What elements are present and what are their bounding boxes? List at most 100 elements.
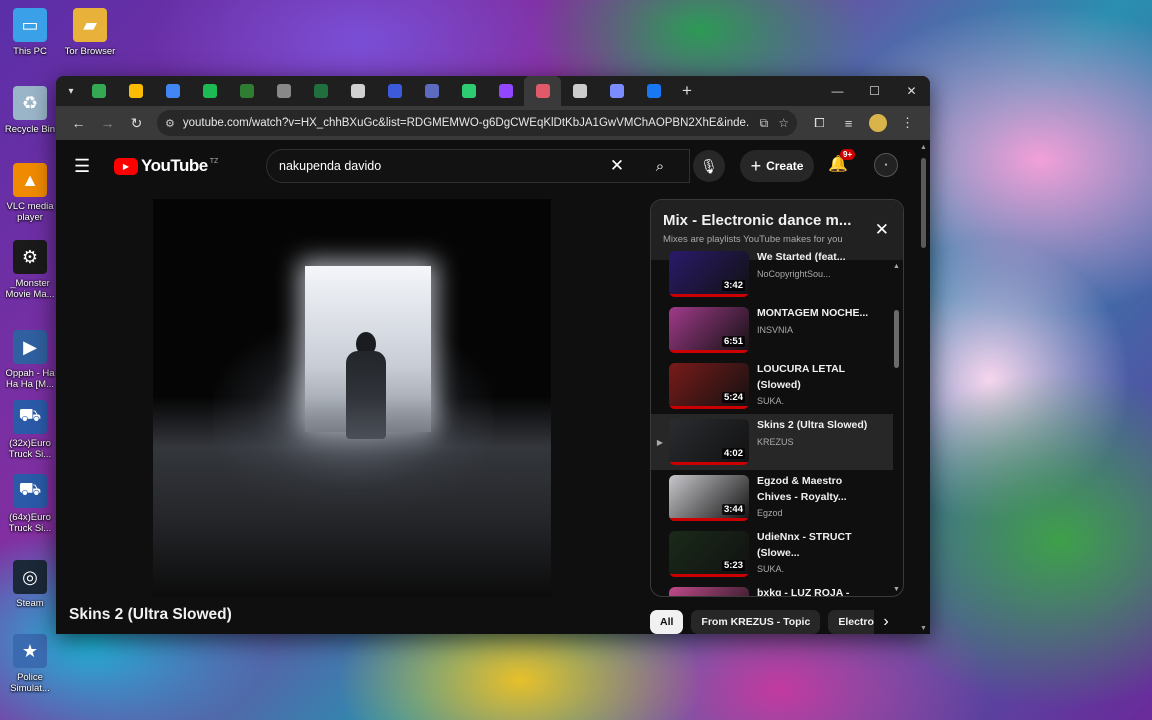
- reload-icon[interactable]: ↻: [122, 115, 151, 132]
- desktop-icon-label: Recycle Bin: [4, 124, 56, 135]
- browser-tab[interactable]: [265, 76, 302, 106]
- desktop-icon[interactable]: ◎ Steam: [0, 560, 60, 609]
- browser-tab[interactable]: [191, 76, 228, 106]
- desktop-icon-label: Police Simulat...: [10, 672, 50, 694]
- page-scroll-thumb[interactable]: [921, 158, 926, 248]
- scroll-down-icon[interactable]: ▼: [893, 586, 900, 593]
- maximize-icon[interactable]: ☐: [856, 84, 893, 98]
- browser-tab[interactable]: [450, 76, 487, 106]
- window-controls: — ☐ ✕: [819, 84, 930, 98]
- browser-tab[interactable]: [413, 76, 450, 106]
- playlist-item[interactable]: ▶ 4:02 Skins 2 (Ultra Slowed) KREZUS: [651, 414, 893, 470]
- playlist-item-title: Skins 2 (Ultra Slowed): [757, 419, 868, 431]
- page-scrollbar[interactable]: ▲ ▼: [920, 144, 928, 634]
- desktop-icon[interactable]: ⛟ (32x)Euro Truck Si...: [0, 400, 60, 460]
- desktop-icon[interactable]: ▶ Oppah - Ha Ha Ha [M...: [0, 330, 60, 390]
- browser-tab[interactable]: [339, 76, 376, 106]
- scroll-up-icon[interactable]: ▲: [893, 263, 900, 270]
- bookmark-star-icon[interactable]: ☆: [778, 116, 789, 130]
- channel-avatar[interactable]: ●: [874, 153, 898, 177]
- playlist-item[interactable]: 5:23 UdieNnx - STRUCT (Slowe... SUKA.: [651, 526, 893, 582]
- playlist-index: [651, 246, 669, 302]
- desktop-icon[interactable]: ★ Police Simulat...: [0, 634, 60, 694]
- desktop-icon[interactable]: ♻ Recycle Bin: [0, 86, 60, 135]
- desktop-icon[interactable]: ⛟ (64x)Euro Truck Si...: [0, 474, 60, 534]
- playlist-scrollbar[interactable]: ▲ ▼: [893, 260, 901, 596]
- playlist-item[interactable]: bxkq - LUZ ROJA - Slowed (Official: [651, 582, 893, 597]
- video-duration: 6:51: [721, 336, 745, 347]
- now-playing-icon: ▶: [656, 437, 664, 447]
- watched-progress-bar: [669, 406, 749, 409]
- playlist-item[interactable]: 3:44 Egzod & Maestro Chives - Royalty... E…: [651, 470, 893, 526]
- install-app-icon[interactable]: ⧉: [760, 116, 769, 131]
- browser-tab[interactable]: [524, 76, 561, 106]
- extensions-icon[interactable]: ⧠: [805, 115, 834, 131]
- playlist-item[interactable]: 5:24 LOUCURA LETAL (Slowed) SUKA.: [651, 358, 893, 414]
- playlist-panel: Mix - Electronic dance m... Mixes are pl…: [650, 199, 904, 597]
- browser-tab[interactable]: [487, 76, 524, 106]
- close-window-icon[interactable]: ✕: [893, 84, 930, 98]
- forward-icon[interactable]: →: [93, 115, 122, 131]
- browser-tab[interactable]: [154, 76, 191, 106]
- folder-icon: ▰: [73, 8, 107, 42]
- playlist-item-title: bxkq - LUZ ROJA - Slowed (Official: [757, 587, 850, 597]
- playlist-item[interactable]: 6:51 MONTAGEM NOCHE... INSVNIA: [651, 302, 893, 358]
- browser-tab[interactable]: [376, 76, 413, 106]
- video-file-icon: ▶: [13, 330, 47, 364]
- playlist-item-title: Egzod & Maestro Chives - Royalty...: [757, 475, 847, 503]
- microphone-icon[interactable]: 🎙: [693, 150, 725, 182]
- hamburger-menu-icon[interactable]: ☰: [74, 156, 96, 177]
- minimize-icon[interactable]: —: [819, 84, 856, 98]
- notification-badge: 9+: [840, 149, 856, 160]
- desktop-icon[interactable]: ▰ Tor Browser: [60, 8, 120, 57]
- create-button[interactable]: + Create: [740, 150, 814, 182]
- browser-tab[interactable]: [80, 76, 117, 106]
- desktop-icon-label: (32x)Euro Truck Si...: [8, 438, 52, 460]
- site-info-icon[interactable]: ⚙: [165, 117, 175, 130]
- watched-progress-bar: [669, 350, 749, 353]
- playlist-item[interactable]: 3:42 We Started (feat... NoCopyrightSou...: [651, 246, 893, 302]
- playlist-index: [651, 302, 669, 358]
- browser-tab[interactable]: [302, 76, 339, 106]
- back-icon[interactable]: ←: [64, 115, 93, 131]
- page-scroll-down-icon[interactable]: ▼: [920, 625, 927, 632]
- browser-tab[interactable]: [117, 76, 154, 106]
- search-icon[interactable]: ⌕: [640, 149, 680, 183]
- address-bar[interactable]: ⚙ youtube.com/watch?v=HX_chhBXuGc&list=R…: [157, 110, 797, 136]
- new-tab-button[interactable]: +: [672, 81, 702, 101]
- page-scroll-up-icon[interactable]: ▲: [920, 144, 927, 151]
- browser-tab[interactable]: [598, 76, 635, 106]
- video-duration: 3:44: [721, 504, 745, 515]
- menu-icon[interactable]: ⋮: [893, 115, 922, 131]
- youtube-logo[interactable]: ▶ YouTube TZ: [114, 156, 218, 176]
- playlist-scroll-thumb[interactable]: [894, 310, 899, 368]
- desktop-icon[interactable]: ▭ This PC: [0, 8, 60, 57]
- playlist-item-text: Skins 2 (Ultra Slowed) KREZUS: [757, 414, 875, 470]
- browser-tab[interactable]: [228, 76, 265, 106]
- desktop-icon-label: _Monster Movie Ma...: [5, 278, 55, 300]
- video-player[interactable]: [153, 199, 551, 597]
- profile-avatar[interactable]: [869, 114, 887, 132]
- playlist-title[interactable]: Mix - Electronic dance m...: [663, 212, 859, 229]
- browser-tab[interactable]: [561, 76, 598, 106]
- filter-chip[interactable]: From KREZUS - Topic: [691, 610, 821, 634]
- playlist-item-text: UdieNnx - STRUCT (Slowe... SUKA.: [757, 526, 875, 582]
- browser-tab[interactable]: [635, 76, 672, 106]
- truck-icon: ⛟: [13, 474, 47, 508]
- desktop-icon-label: Tor Browser: [64, 46, 116, 57]
- playlist-item-text: MONTAGEM NOCHE... INSVNIA: [757, 302, 875, 358]
- tab-search-icon[interactable]: ▾: [62, 82, 80, 100]
- playlist-item-channel: INSVNIA: [757, 324, 794, 335]
- close-playlist-icon[interactable]: ✕: [875, 220, 889, 240]
- filter-chip[interactable]: All: [650, 610, 684, 634]
- chevron-right-icon[interactable]: ›: [874, 610, 898, 634]
- desktop-icon[interactable]: ⚙ _Monster Movie Ma...: [0, 240, 60, 300]
- desktop-icon[interactable]: ▲ VLC media player: [0, 163, 60, 223]
- tab-favicon-icon: [128, 84, 143, 98]
- tab-favicon-icon: [646, 84, 661, 98]
- tab-favicon-icon: [609, 84, 624, 98]
- url-text: youtube.com/watch?v=HX_chhBXuGc&list=RDG…: [182, 117, 750, 129]
- clear-search-icon[interactable]: ✕: [599, 149, 635, 183]
- video-grass: [153, 397, 551, 597]
- media-controls-icon[interactable]: ≡: [834, 116, 863, 131]
